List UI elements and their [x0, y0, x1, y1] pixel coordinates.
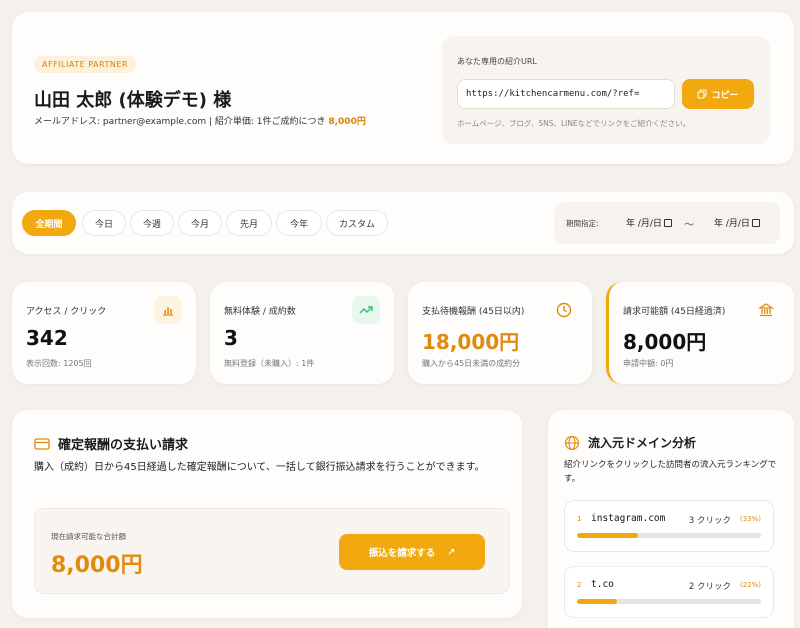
stat-sub: 購入から45日未満の成約分	[422, 359, 521, 368]
date-from-text: 年 /月/日	[626, 219, 662, 229]
tab-today[interactable]: 今日	[82, 210, 126, 236]
domain-item: 1 instagram.com 3 クリック (33%)	[564, 500, 774, 552]
bar-chart-icon	[154, 296, 182, 324]
domain-share-bar	[577, 533, 761, 538]
stat-value: 8,000円	[623, 330, 707, 354]
stat-card-pending-reward: 支払待機報酬 (45日以内) 18,000円 購入から45日未満の成約分	[408, 282, 592, 384]
stat-sub: 表示回数: 1205回	[26, 359, 92, 368]
stat-card-clicks: アクセス / クリック 342 表示回数: 1205回	[12, 282, 196, 384]
trending-up-icon	[352, 296, 380, 324]
payout-description: 購入（成約）日から45日経過した確定報酬について、一括して銀行振込請求を行うこと…	[34, 462, 485, 473]
stat-label: 無料体験 / 成約数	[224, 307, 296, 317]
available-amount-panel: 現在請求可能な合計額 8,000円 振込を請求する ↗	[34, 508, 510, 594]
stat-sub: 申請中額: 0円	[623, 359, 674, 368]
tab-this-week[interactable]: 今週	[130, 210, 174, 236]
request-transfer-label: 振込を請求する	[368, 548, 436, 559]
domain-title-text: 流入元ドメイン分析	[588, 436, 697, 450]
domain-clicks: 3 クリック	[688, 516, 731, 526]
domain-rank: 1	[577, 515, 582, 523]
domain-percent: (22%)	[739, 581, 761, 589]
period-separator: 〜	[684, 220, 694, 231]
available-amount-value: 8,000円	[51, 553, 143, 578]
referral-url-help: ホームページ、ブログ、SNS、LINEなどでリンクをご紹介ください。	[457, 119, 691, 128]
partner-meta-text: メールアドレス: partner@example.com | 紹介単価: 1件ご…	[34, 117, 329, 127]
arrow-up-right-icon: ↗	[447, 546, 456, 558]
domain-share-fill	[577, 533, 638, 538]
referral-url-panel: あなた専用の紹介URL コピー ホームページ、ブログ、SNS、LINEなどでリン…	[442, 36, 770, 144]
partner-header-card: AFFILIATE PARTNER 山田 太郎 (体験デモ) 様 メールアドレス…	[12, 12, 794, 164]
date-to-field[interactable]: 年 /月/日	[714, 216, 760, 229]
partner-meta: メールアドレス: partner@example.com | 紹介単価: 1件ご…	[34, 114, 366, 127]
tab-all-time[interactable]: 全期間	[22, 210, 76, 236]
stat-label: 支払待機報酬 (45日以内)	[422, 307, 525, 317]
period-label: 期間指定:	[566, 219, 599, 228]
tab-this-year[interactable]: 今年	[276, 210, 322, 236]
domain-percent: (33%)	[739, 515, 761, 523]
clock-icon	[550, 296, 578, 324]
stat-sub: 無料登録（未購入）: 1件	[224, 359, 315, 368]
calendar-icon	[751, 218, 760, 227]
partner-name: 山田 太郎 (体験デモ) 様	[34, 90, 232, 111]
tab-last-month[interactable]: 先月	[226, 210, 272, 236]
copy-button[interactable]: コピー	[682, 79, 754, 109]
referral-url-title: あなた専用の紹介URL	[457, 57, 537, 66]
available-amount-label: 現在請求可能な合計額	[51, 532, 126, 541]
tab-this-month[interactable]: 今月	[178, 210, 222, 236]
domain-share-bar	[577, 599, 761, 604]
affiliate-badge: AFFILIATE PARTNER	[34, 56, 136, 73]
date-from-field[interactable]: 年 /月/日	[626, 216, 672, 229]
credit-card-icon	[34, 437, 50, 450]
copy-label: コピー	[711, 90, 739, 101]
domain-item: 2 t.co 2 クリック (22%)	[564, 566, 774, 618]
payout-title-text: 確定報酬の支払い請求	[58, 438, 189, 453]
referral-price: 8,000円	[328, 117, 366, 127]
domain-title: 流入元ドメイン分析	[564, 434, 696, 451]
period-filter-bar: 全期間 今日 今週 今月 先月 今年 カスタム 期間指定: 年 /月/日 〜 年…	[12, 192, 794, 254]
stat-label: 請求可能額 (45日経過済)	[623, 307, 726, 317]
stat-card-conversions: 無料体験 / 成約数 3 無料登録（未購入）: 1件	[210, 282, 394, 384]
payout-request-card: 確定報酬の支払い請求 購入（成約）日から45日経過した確定報酬について、一括して…	[12, 410, 522, 618]
stat-card-claimable: 請求可能額 (45日経過済) 8,000円 申請中額: 0円	[606, 282, 794, 384]
bank-icon	[752, 296, 780, 324]
request-transfer-button[interactable]: 振込を請求する ↗	[339, 534, 485, 570]
domain-name: instagram.com	[591, 513, 666, 524]
stat-label: アクセス / クリック	[26, 307, 107, 317]
domain-description: 紹介リンクをクリックした訪問者の流入元ランキングです。	[564, 460, 777, 484]
referrer-domain-card: 流入元ドメイン分析 紹介リンクをクリックした訪問者の流入元ランキングです。 1 …	[548, 410, 794, 628]
tab-custom[interactable]: カスタム	[326, 210, 388, 236]
domain-clicks: 2 クリック	[688, 582, 731, 592]
date-to-text: 年 /月/日	[714, 219, 750, 229]
payout-title: 確定報酬の支払い請求	[34, 434, 188, 453]
referral-url-input[interactable]	[457, 79, 675, 109]
globe-icon	[564, 435, 580, 450]
domain-name: t.co	[591, 579, 614, 590]
calendar-icon	[663, 218, 672, 227]
stat-value: 18,000円	[422, 330, 520, 354]
domain-rank: 2	[577, 581, 582, 589]
domain-share-fill	[577, 599, 618, 604]
stat-value: 3	[224, 326, 238, 350]
stat-value: 342	[26, 326, 68, 350]
custom-period-picker: 期間指定: 年 /月/日 〜 年 /月/日	[554, 202, 780, 244]
copy-icon	[697, 89, 707, 99]
